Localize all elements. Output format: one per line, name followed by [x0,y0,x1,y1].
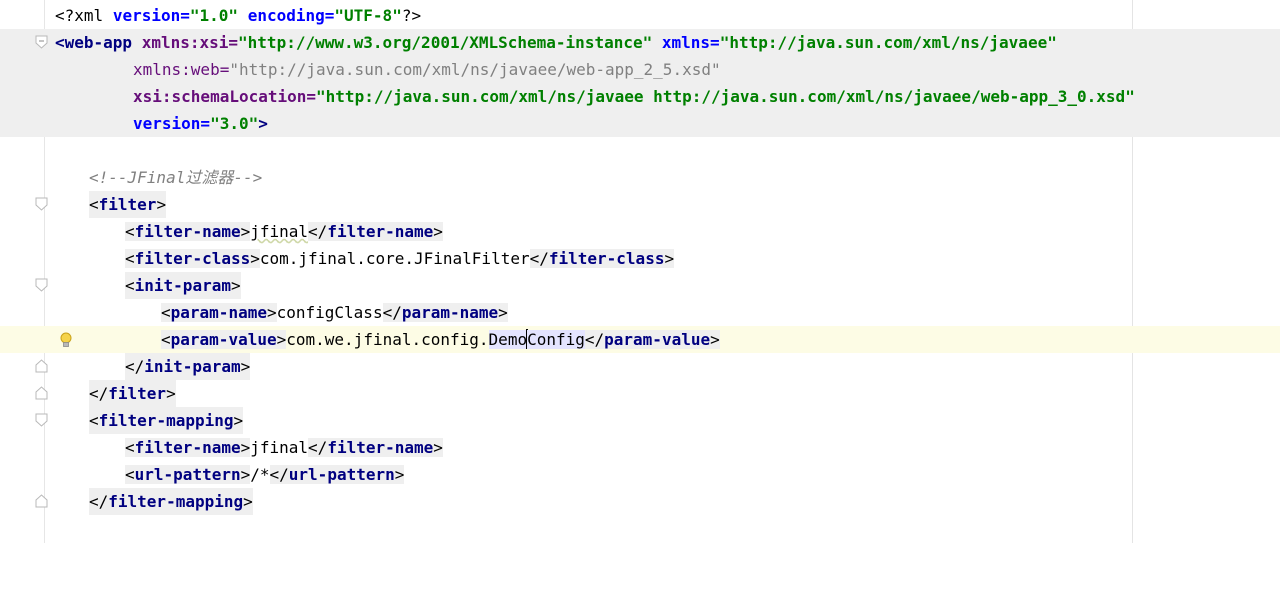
code-line-12-current[interactable]: <param-value>com.we.jfinal.config.DemoCo… [0,326,1280,353]
schema-location-attribute: xsi:schemaLocation="http://java.sun.com/… [133,83,1135,110]
version-attribute: version="3.0"> [133,110,268,137]
fold-marker-icon[interactable] [35,413,48,427]
fold-marker-icon[interactable] [35,386,48,400]
code-line-18[interactable]: </filter-mapping> [0,488,1280,515]
code-line-5[interactable]: version="3.0"> [0,110,1280,137]
init-param-open-tag: <init-param> [125,272,241,299]
code-line-16[interactable]: <filter-name>jfinal</filter-name> [0,434,1280,461]
fold-marker-icon[interactable] [35,494,48,508]
fold-marker-icon[interactable] [35,278,48,292]
lightbulb-icon[interactable] [59,330,73,348]
param-name-element: <param-name>configClass</param-name> [161,303,508,322]
code-line-10[interactable]: <init-param> [0,272,1280,299]
filter-close-tag: </filter> [89,380,176,407]
code-line-9[interactable]: <filter-class>com.jfinal.core.JFinalFilt… [0,245,1280,272]
code-line-7[interactable]: <filter> [0,191,1280,218]
code-line-11[interactable]: <param-name>configClass</param-name> [0,299,1280,326]
code-line-4[interactable]: xsi:schemaLocation="http://java.sun.com/… [0,83,1280,110]
filter-open-tag: <filter> [89,191,167,218]
code-line-8[interactable]: <filter-name>jfinal</filter-name> [0,218,1280,245]
xml-declaration: <?xml version="1.0" encoding="UTF-8"?> [55,6,422,25]
xmlns-web-attribute: xmlns:web="http://java.sun.com/xml/ns/ja… [133,56,721,83]
code-line-1[interactable]: <?xml version="1.0" encoding="UTF-8"?> [0,2,1280,29]
filter-class-element: <filter-class>com.jfinal.core.JFinalFilt… [125,249,675,268]
init-param-close-tag: </init-param> [125,353,251,380]
filter-mapping-open-tag: <filter-mapping> [89,407,244,434]
code-line-13[interactable]: </init-param> [0,353,1280,380]
code-line-2[interactable]: <web-app xmlns:xsi="http://www.w3.org/20… [0,29,1280,56]
web-app-open-tag: <web-app xmlns:xsi="http://www.w3.org/20… [55,29,1057,56]
code-line-3[interactable]: xmlns:web="http://java.sun.com/xml/ns/ja… [0,56,1280,83]
mapping-filter-name-element: <filter-name>jfinal</filter-name> [125,438,443,457]
fold-marker-icon[interactable] [35,359,48,373]
fold-marker-icon[interactable] [35,197,48,211]
url-pattern-element: <url-pattern>/*</url-pattern> [125,465,405,484]
code-line-17[interactable]: <url-pattern>/*</url-pattern> [0,461,1280,488]
jfinal-comment: <!--JFinal过滤器--> [89,168,263,187]
filter-name-element: <filter-name>jfinal</filter-name> [125,222,443,241]
code-line-14[interactable]: </filter> [0,380,1280,407]
fold-marker-icon[interactable] [35,35,48,49]
code-editor[interactable]: <?xml version="1.0" encoding="UTF-8"?> <… [0,0,1280,543]
filter-mapping-close-tag: </filter-mapping> [89,488,253,515]
param-value-element: <param-value>com.we.jfinal.config.DemoCo… [161,329,720,349]
code-line-6[interactable]: <!--JFinal过滤器--> [0,164,1280,191]
code-line-15[interactable]: <filter-mapping> [0,407,1280,434]
